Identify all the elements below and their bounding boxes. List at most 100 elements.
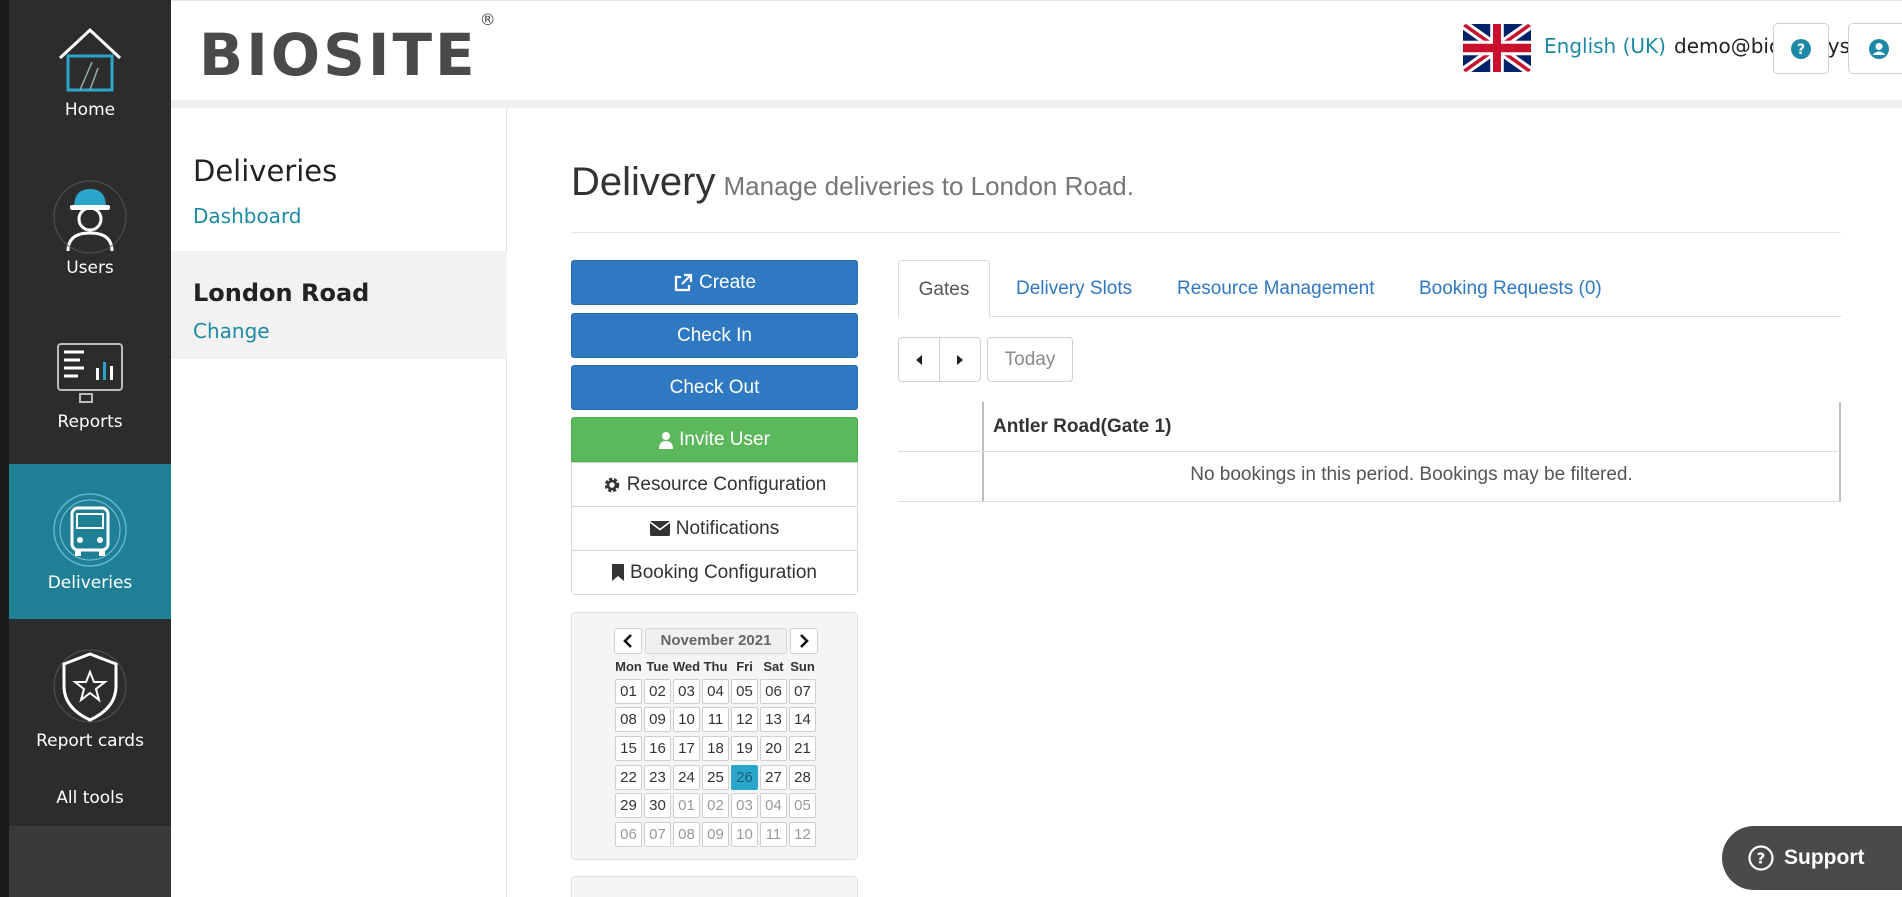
calendar-day[interactable]: 01	[615, 678, 642, 704]
calendar-day[interactable]: 18	[702, 735, 729, 761]
calendar-day[interactable]: 10	[673, 707, 700, 733]
page-title: Delivery	[571, 160, 716, 204]
calendar-day[interactable]: 30	[644, 793, 671, 819]
calendar-day[interactable]: 10	[731, 821, 758, 847]
calendar-day[interactable]: 12	[789, 821, 816, 847]
uk-flag-icon[interactable]	[1463, 24, 1531, 72]
nav-item-users[interactable]: Users	[9, 155, 171, 310]
calendar-day[interactable]: 15	[615, 735, 642, 761]
invite-user-button[interactable]: Invite User	[571, 417, 858, 462]
support-label: Support	[1784, 846, 1865, 869]
table-border	[898, 501, 1841, 502]
config-list: Resource Configuration Notifications Boo…	[571, 462, 858, 595]
calendar-day[interactable]: 01	[673, 793, 700, 819]
calendar-week: 22 23 24 25 26 27 28	[614, 763, 818, 792]
site-name: London Road	[193, 279, 370, 307]
booking-configuration-item[interactable]: Booking Configuration	[572, 550, 857, 594]
calendar-day[interactable]: 27	[760, 764, 787, 790]
check-in-button[interactable]: Check In	[571, 313, 858, 358]
calendar-day[interactable]: 06	[760, 678, 787, 704]
calendar-day[interactable]: 25	[702, 764, 729, 790]
calendar-day[interactable]: 14	[789, 707, 816, 733]
calendar-day[interactable]: 11	[702, 707, 729, 733]
create-label: Create	[698, 271, 757, 293]
nav-label: Deliveries	[47, 573, 133, 593]
weekday-label: Sun	[790, 659, 815, 674]
header-divider	[171, 100, 1902, 108]
table-border	[982, 402, 984, 502]
list-item-label: Booking Configuration	[630, 561, 817, 583]
calendar-week: 29 30 01 02 03 04 05	[614, 791, 818, 820]
calendar-day[interactable]: 12	[731, 707, 758, 733]
tab-delivery-slots[interactable]: Delivery Slots	[1016, 260, 1132, 317]
resource-configuration-item[interactable]: Resource Configuration	[572, 462, 857, 506]
top-header: BIOSITE® English (UK) demo@biositesystem…	[171, 0, 1902, 100]
calendar-day[interactable]: 29	[615, 793, 642, 819]
calendar-day[interactable]: 05	[731, 678, 758, 704]
nav-item-report-cards[interactable]: Report cards	[9, 620, 171, 775]
calendar-day[interactable]: 04	[760, 793, 787, 819]
calendar-day[interactable]: 09	[702, 821, 729, 847]
calendar-day[interactable]: 23	[644, 764, 671, 790]
biosite-logo[interactable]: BIOSITE®	[199, 10, 499, 89]
account-button[interactable]	[1848, 23, 1902, 74]
nav-label: Users	[66, 258, 114, 278]
dashboard-link[interactable]: Dashboard	[193, 204, 302, 228]
chevron-right-icon	[800, 634, 809, 648]
calendar-day[interactable]: 11	[760, 821, 787, 847]
nav-item-reports[interactable]: Reports	[9, 310, 171, 465]
support-button[interactable]: ? Support	[1722, 826, 1902, 890]
nav-all-tools[interactable]: All tools	[9, 770, 171, 826]
calendar-day[interactable]: 02	[702, 793, 729, 819]
calendar-day[interactable]: 02	[644, 678, 671, 704]
section-title: Deliveries	[193, 154, 338, 188]
calendar-day[interactable]: 28	[789, 764, 816, 790]
caret-left-icon	[916, 354, 922, 365]
calendar-day[interactable]: 13	[760, 707, 787, 733]
calendar-day[interactable]: 07	[644, 821, 671, 847]
tab-resource-management[interactable]: Resource Management	[1177, 260, 1375, 317]
nav-item-deliveries[interactable]: Deliveries	[9, 464, 171, 619]
calendar-day[interactable]: 05	[789, 793, 816, 819]
calendar-month[interactable]: November 2021	[645, 628, 787, 654]
calendar-day[interactable]: 19	[731, 735, 758, 761]
calendar-weekdays: Mon Tue Wed Thu Fri Sat Sun	[614, 657, 818, 677]
calendar-week: 08 09 10 11 12 13 14	[614, 706, 818, 735]
language-selector[interactable]: English (UK)	[1544, 34, 1666, 58]
tab-gates[interactable]: Gates	[898, 260, 990, 318]
tab-booking-requests[interactable]: Booking Requests (0)	[1419, 260, 1602, 317]
invite-user-label: Invite User	[679, 428, 770, 450]
calendar-day[interactable]: 26	[731, 764, 758, 790]
nav-item-home[interactable]: Home	[9, 0, 171, 155]
calendar-day[interactable]: 08	[615, 707, 642, 733]
help-button[interactable]: ?	[1773, 23, 1829, 74]
calendar-day[interactable]: 03	[673, 678, 700, 704]
calendar-day[interactable]: 22	[615, 764, 642, 790]
gates-schedule-table: Antler Road(Gate 1) No bookings in this …	[898, 402, 1841, 502]
calendar-day[interactable]: 09	[644, 707, 671, 733]
create-button[interactable]: Create	[571, 260, 858, 305]
calendar-day[interactable]: 03	[731, 793, 758, 819]
calendar-next-button[interactable]	[790, 628, 818, 654]
calendar-day[interactable]: 16	[644, 735, 671, 761]
table-border	[898, 451, 1841, 452]
today-button[interactable]: Today	[987, 337, 1073, 382]
calendar-day[interactable]: 21	[789, 735, 816, 761]
chevron-left-icon	[623, 634, 632, 648]
calendar-day[interactable]: 24	[673, 764, 700, 790]
list-item-label: Resource Configuration	[626, 473, 827, 495]
calendar-day[interactable]: 17	[673, 735, 700, 761]
house-icon	[58, 27, 122, 92]
notifications-item[interactable]: Notifications	[572, 506, 857, 550]
calendar-day[interactable]: 08	[673, 821, 700, 847]
calendar-day[interactable]: 04	[702, 678, 729, 704]
calendar-day[interactable]: 06	[615, 821, 642, 847]
next-period-button[interactable]	[939, 337, 981, 382]
check-out-button[interactable]: Check Out	[571, 365, 858, 410]
section-sidebar: Deliveries Dashboard London Road Change	[171, 108, 507, 897]
calendar-prev-button[interactable]	[614, 628, 642, 654]
change-site-link[interactable]: Change	[193, 319, 270, 343]
prev-period-button[interactable]	[898, 337, 940, 382]
calendar-day[interactable]: 07	[789, 678, 816, 704]
calendar-day[interactable]: 20	[760, 735, 787, 761]
